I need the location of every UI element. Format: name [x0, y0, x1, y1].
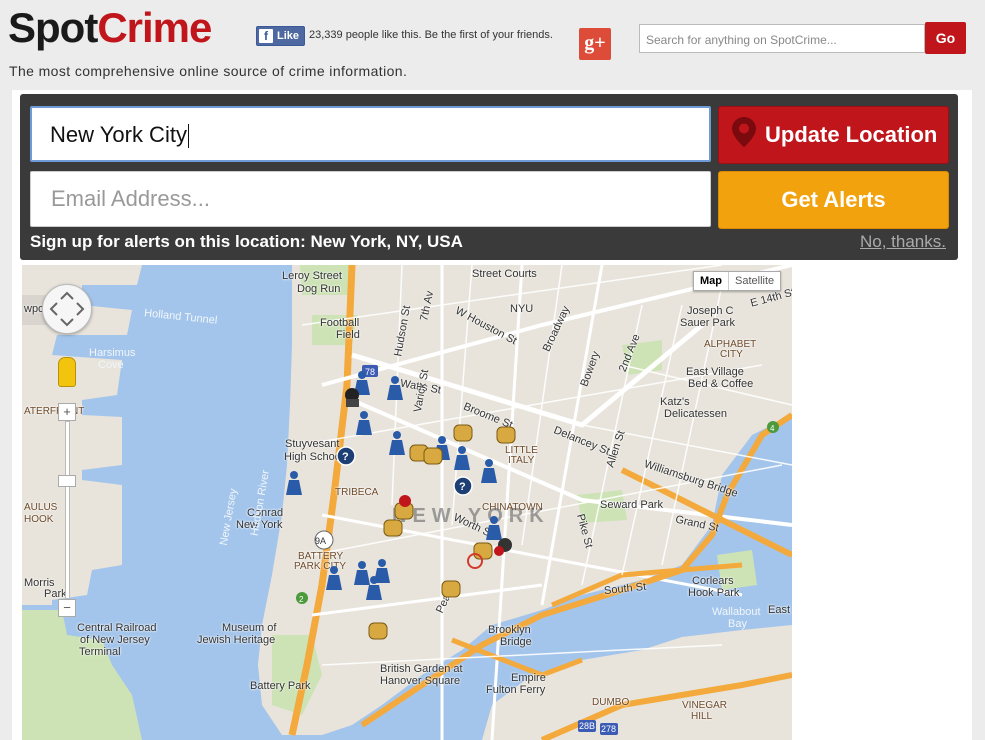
- map-label-bay: Bay: [728, 618, 747, 630]
- map-label-wallabout: Wallabout: [712, 606, 761, 618]
- map-label-katzs: Katz's: [660, 396, 690, 408]
- location-input-value: New York City: [50, 122, 187, 147]
- map-label-east: East: [768, 604, 791, 616]
- map-label-leroy: Leroy Street: [282, 270, 342, 282]
- street-view-pegman-icon[interactable]: [58, 357, 76, 387]
- search-go-button[interactable]: Go: [925, 22, 966, 54]
- route-shield-9a: 9A: [315, 536, 326, 546]
- map-pan-control[interactable]: [42, 284, 92, 334]
- map-label-battery-park: Battery Park: [250, 680, 311, 692]
- no-thanks-link[interactable]: No, thanks.: [860, 232, 946, 252]
- map-label-hill: HILL: [691, 711, 713, 722]
- crime-map[interactable]: 78 9A 28B 278 4 2 Leroy Street Dog Run S…: [22, 265, 792, 740]
- map-type-satellite-button[interactable]: Satellite: [728, 272, 780, 290]
- map-label-bridge: Bridge: [500, 636, 532, 648]
- highway-shield-28b: 28B: [579, 721, 595, 731]
- map-label-cove: Cove: [98, 359, 124, 371]
- map-label-sauer-park: Sauer Park: [680, 317, 736, 329]
- highway-shield-78: 78: [365, 367, 375, 377]
- map-label-british-garden: British Garden at: [380, 663, 463, 675]
- map-label-new-york-big: NEW YORK: [392, 505, 550, 527]
- logo-text-spot: Spot: [8, 4, 98, 51]
- map-label-nyu: NYU: [510, 303, 534, 315]
- facebook-like-label: Like: [277, 30, 300, 42]
- facebook-like-count: 23,339 people like this. Be the first of…: [309, 29, 553, 41]
- map-label-east-village: East Village: [686, 366, 744, 378]
- map-label-tribeca: TRIBECA: [335, 487, 379, 498]
- zoom-slider-handle[interactable]: [58, 475, 76, 487]
- map-label-delicatessen: Delicatessen: [664, 408, 727, 420]
- map-label-aulus: AULUS: [24, 502, 58, 513]
- site-tagline: The most comprehensive online source of …: [9, 63, 408, 79]
- map-label-dumbo: DUMBO: [592, 697, 630, 708]
- zoom-out-button[interactable]: −: [58, 599, 76, 617]
- map-label-football: Football: [320, 317, 360, 329]
- get-alerts-button[interactable]: Get Alerts: [718, 171, 949, 229]
- zoom-slider-track[interactable]: [65, 421, 70, 599]
- route-shield-2: 2: [299, 595, 304, 604]
- pan-arrows-icon: [49, 291, 85, 327]
- email-address-input[interactable]: Email Address...: [30, 171, 711, 227]
- map-label-field: Field: [336, 329, 360, 341]
- facebook-like-button[interactable]: f Like: [256, 26, 306, 46]
- site-header: Spot Crime f Like 23,339 people like thi…: [0, 0, 985, 90]
- map-label-stuyvesant: Stuyvesant: [285, 438, 340, 450]
- map-label-hook-park: Hook Park: [688, 587, 740, 599]
- map-pin-icon: [731, 116, 757, 154]
- location-input[interactable]: New York City: [30, 106, 711, 162]
- map-label-corlears: Corlears: [692, 575, 734, 587]
- map-label-vinegar: VINEGAR: [682, 700, 728, 711]
- map-type-toggle: Map Satellite: [693, 271, 782, 291]
- map-label-brooklyn: Brooklyn: [488, 624, 531, 636]
- text-caret: [187, 124, 189, 149]
- update-location-button[interactable]: Update Location: [718, 106, 949, 164]
- map-label-seward-park: Seward Park: [600, 499, 663, 511]
- map-label-dogrun: Dog Run: [297, 283, 341, 295]
- map-label-italy: ITALY: [508, 455, 535, 466]
- map-label-central-railroad: Central Railroad: [77, 622, 157, 634]
- site-search-input[interactable]: Search for anything on SpotCrime...: [639, 24, 925, 53]
- facebook-icon: f: [259, 29, 273, 43]
- map-label-city: CITY: [720, 349, 743, 360]
- signup-location-text: Sign up for alerts on this location: New…: [30, 232, 463, 251]
- update-location-label: Update Location: [765, 122, 938, 147]
- map-label-terminal: Terminal: [79, 646, 121, 658]
- zoom-in-button[interactable]: +: [58, 403, 76, 421]
- map-label-park-city: PARK CITY: [294, 561, 347, 572]
- map-label-hanover-square: Hanover Square: [380, 675, 461, 687]
- spotcrime-logo[interactable]: Spot Crime: [8, 4, 212, 52]
- map-label-jewish-heritage: Jewish Heritage: [197, 634, 276, 646]
- map-label-hook: HOOK: [24, 514, 54, 525]
- map-label-harsimus: Harsimus: [89, 347, 136, 359]
- alert-signup-panel: New York City Update Location Email Addr…: [20, 94, 958, 260]
- map-type-map-button[interactable]: Map: [694, 272, 728, 290]
- map-label-fulton-ferry: Fulton Ferry: [486, 684, 546, 696]
- map-label-high-school: High School: [284, 451, 344, 463]
- map-label-joseph-c: Joseph C: [687, 305, 734, 317]
- map-label-of-new-jersey: of New Jersey: [80, 634, 150, 646]
- map-label-streetcourts: Street Courts: [472, 268, 537, 280]
- map-label-museum-of: Museum of: [222, 622, 277, 634]
- google-plus-button[interactable]: g+: [579, 28, 611, 60]
- logo-text-crime: Crime: [97, 4, 212, 51]
- highway-shield-278: 278: [601, 724, 616, 734]
- map-label-bed-coffee: Bed & Coffee: [688, 378, 754, 390]
- route-shield-4: 4: [770, 424, 775, 433]
- map-label-empire: Empire: [511, 672, 546, 684]
